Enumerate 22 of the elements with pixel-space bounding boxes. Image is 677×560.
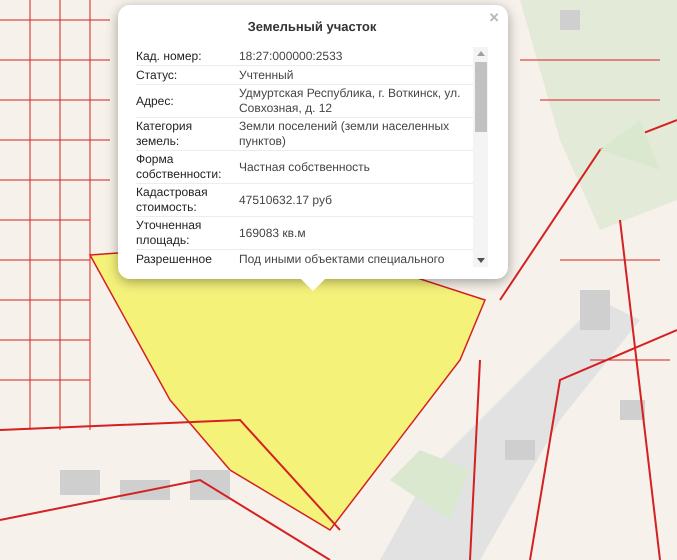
- field-label: Адрес:: [136, 94, 175, 108]
- scrollbar-thumb[interactable]: [474, 62, 486, 132]
- scroll-up-icon[interactable]: [476, 51, 484, 56]
- field-value: Учтенный: [239, 68, 294, 82]
- field-value: Под иными объектами специального: [239, 252, 446, 266]
- scrollbar[interactable]: [473, 47, 488, 267]
- field-value: Частная собственность: [239, 160, 371, 174]
- close-button[interactable]: ×: [486, 9, 502, 27]
- scroll-down-icon[interactable]: [476, 258, 484, 263]
- field-value: Удмуртская Республика, г. Воткинск, ул. Совхозная, д. 12: [239, 86, 462, 116]
- field-label: Статус:: [136, 68, 178, 82]
- popup-title: Земельный участок: [246, 19, 378, 34]
- field-value: 169083 кв.м: [239, 226, 307, 240]
- field-label: Уточненная площадь:: [136, 218, 202, 248]
- field-value: 47510632.17 руб: [239, 192, 333, 208]
- field-label: Форма собственности:: [136, 152, 222, 182]
- field-label: Разрешенное: [136, 252, 213, 266]
- field-label: Категория земель:: [136, 119, 194, 149]
- field-value: Земли поселений (земли населенных пунктов): [239, 119, 450, 149]
- field-label: Кад. номер:: [136, 48, 203, 64]
- field-label: Кадастровая стоимость:: [136, 185, 209, 215]
- field-value: 18:27:000000:2533: [239, 48, 344, 64]
